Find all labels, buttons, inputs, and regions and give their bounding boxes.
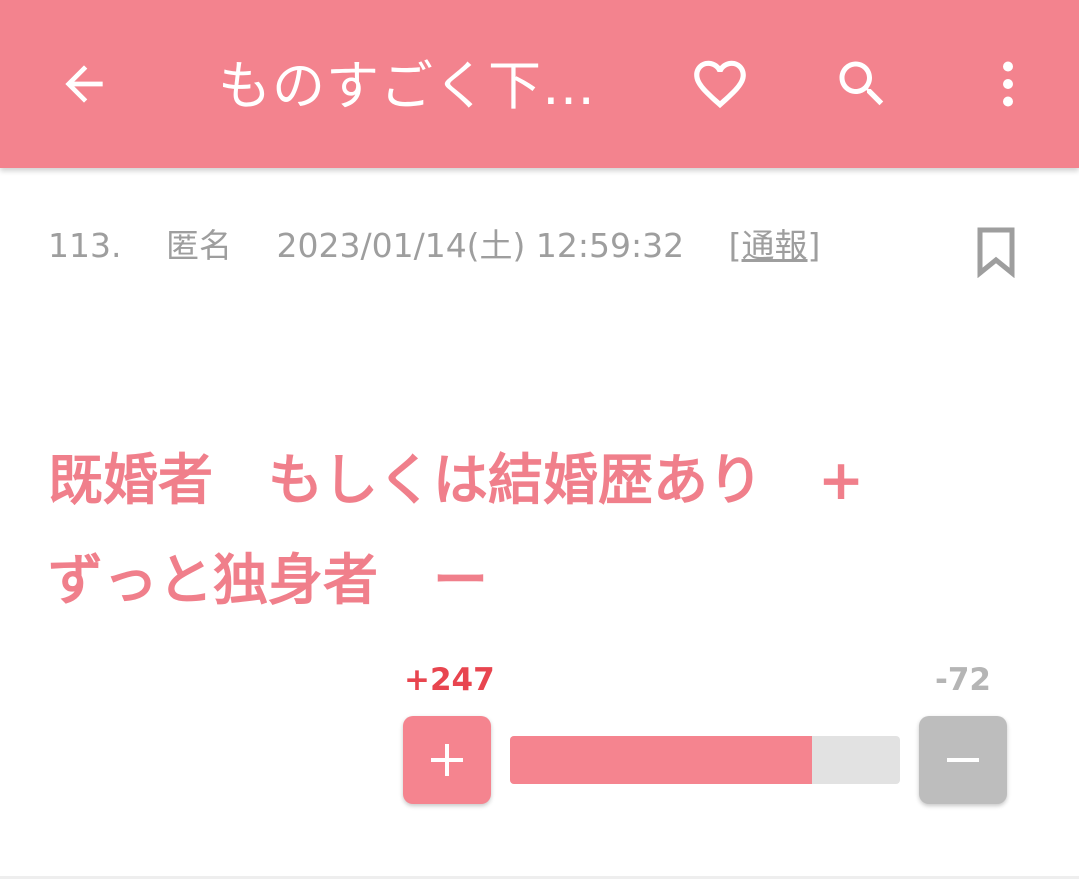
comment-body-line-2: ずっと独身者 ー	[48, 548, 489, 612]
more-vert-icon[interactable]	[968, 44, 1048, 124]
page-title: ものすごく下…	[218, 56, 596, 117]
minus-vote-count: -72	[934, 662, 991, 698]
back-arrow-icon[interactable]	[44, 44, 124, 124]
heart-outline-icon[interactable]	[680, 44, 760, 124]
comment-meta: 113. 匿名 2023/01/14(土) 12:59:32 [通報]	[48, 222, 820, 270]
comment-body: 既婚者 もしくは結婚歴あり + ずっと独身者 ー	[48, 430, 1048, 630]
vote-ratio-fill	[510, 736, 812, 784]
report-label[interactable]: 通報	[742, 226, 808, 265]
comment-number: 113.	[48, 226, 122, 265]
comment-author: 匿名	[165, 226, 232, 265]
report-link[interactable]: [通報]	[729, 226, 821, 265]
divider	[0, 876, 1079, 879]
minus-vote-button[interactable]	[919, 716, 1007, 804]
minus-icon	[947, 758, 979, 762]
vote-ratio-bar	[510, 736, 900, 784]
report-bracket-close: ]	[807, 226, 821, 265]
plus-icon	[431, 744, 463, 776]
comment-datetime: 2023/01/14(土) 12:59:32	[276, 226, 685, 265]
report-bracket-open: [	[728, 226, 742, 265]
comment-body-line-1: 既婚者 もしくは結婚歴あり +	[48, 448, 865, 512]
app-bar: ものすごく下…	[0, 0, 1079, 168]
search-icon[interactable]	[822, 44, 902, 124]
plus-vote-button[interactable]	[403, 716, 491, 804]
plus-vote-count: +247	[404, 662, 495, 698]
bookmark-icon[interactable]	[976, 226, 1016, 279]
